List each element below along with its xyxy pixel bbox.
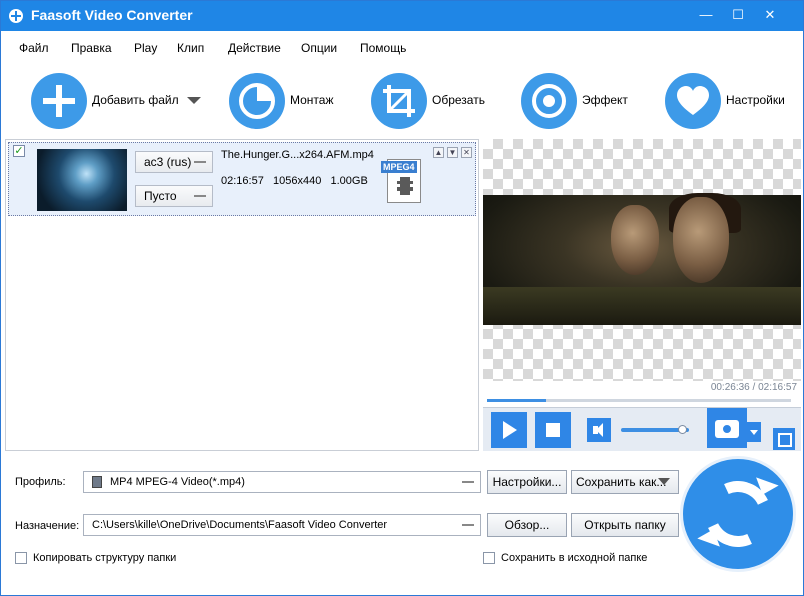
minimize-button[interactable]: — bbox=[691, 5, 721, 25]
stop-button[interactable] bbox=[535, 412, 571, 448]
file-duration: 02:16:57 bbox=[221, 175, 264, 187]
audio-track-value: ac3 (rus) bbox=[144, 155, 192, 169]
format-badge: MPEG4 bbox=[381, 161, 417, 173]
destination-select[interactable]: C:\Users\kille\OneDrive\Documents\Faasof… bbox=[83, 514, 481, 536]
menu-clip[interactable]: Клип bbox=[177, 41, 204, 55]
copy-structure-checkbox[interactable] bbox=[15, 552, 27, 564]
file-name: The.Hunger.G...x264.AFM.mp4 bbox=[221, 149, 374, 161]
menu-edit[interactable]: Правка bbox=[71, 41, 112, 55]
chevron-down-icon bbox=[658, 478, 670, 485]
move-up-icon[interactable]: ▲ bbox=[433, 147, 444, 158]
menu-help[interactable]: Помощь bbox=[360, 41, 406, 55]
video-thumbnail bbox=[37, 149, 127, 211]
subtitle-value: Пусто bbox=[144, 189, 177, 203]
volume-icon[interactable] bbox=[587, 418, 611, 442]
snapshot-button[interactable] bbox=[707, 408, 747, 448]
settings-button[interactable]: Настройки bbox=[665, 73, 791, 129]
file-row[interactable]: ✓ ac3 (rus) Пусто The.Hunger.G...x264.AF… bbox=[8, 142, 476, 216]
profile-label: Профиль: bbox=[15, 476, 66, 488]
play-icon bbox=[503, 421, 517, 439]
chevron-down-icon[interactable] bbox=[187, 97, 201, 104]
fullscreen-icon[interactable] bbox=[773, 428, 795, 450]
file-meta: 02:16:57 1056x440 1.00GB bbox=[221, 175, 368, 187]
file-list: ✓ ac3 (rus) Пусто The.Hunger.G...x264.AF… bbox=[5, 139, 479, 451]
open-folder-button[interactable]: Открыть папку bbox=[571, 513, 679, 537]
save-as-label: Сохранить как... bbox=[576, 475, 667, 489]
menu-file[interactable]: Файл bbox=[19, 41, 49, 55]
heart-icon bbox=[665, 73, 721, 129]
seek-progress bbox=[487, 399, 547, 402]
menu-bar: Файл Правка Play Клип Действие Опции Пом… bbox=[1, 37, 803, 59]
destination-value: C:\Users\kille\OneDrive\Documents\Faasof… bbox=[92, 519, 388, 531]
crop-icon bbox=[371, 73, 427, 129]
move-down-icon[interactable]: ▼ bbox=[447, 147, 458, 158]
volume-knob[interactable] bbox=[678, 425, 688, 434]
camera-lens-icon bbox=[721, 423, 733, 435]
subtitle-select[interactable]: Пусто bbox=[135, 185, 213, 207]
copy-structure-label: Копировать структуру папки bbox=[33, 552, 177, 564]
video-face-left bbox=[611, 205, 659, 275]
file-resolution: 1056x440 bbox=[273, 175, 322, 187]
video-face-right bbox=[673, 197, 729, 283]
crop-button[interactable]: Обрезать bbox=[371, 73, 491, 129]
convert-button[interactable] bbox=[683, 459, 793, 569]
plus-icon bbox=[31, 73, 87, 129]
dropdown-arrow-icon bbox=[194, 195, 206, 197]
effect-label: Эффект bbox=[582, 93, 628, 107]
save-as-button[interactable]: Сохранить как... bbox=[571, 470, 679, 494]
remove-icon[interactable]: ✕ bbox=[461, 147, 472, 158]
playback-controls bbox=[483, 407, 801, 451]
save-in-source-label: Сохранить в исходной папке bbox=[501, 552, 648, 564]
window-title: Faasoft Video Converter bbox=[31, 7, 193, 23]
toolbar: Добавить файл Монтаж Обрезать Эффект Нас… bbox=[1, 63, 803, 139]
destination-label: Назначение: bbox=[15, 520, 80, 532]
save-in-source-checkbox[interactable] bbox=[483, 552, 495, 564]
title-bar[interactable]: Faasoft Video Converter — ☐ ✕ bbox=[1, 1, 803, 31]
mpeg4-format-icon[interactable]: MPEG4 bbox=[381, 155, 423, 203]
dropdown-arrow-icon bbox=[194, 161, 206, 163]
snapshot-dropdown-icon[interactable] bbox=[747, 422, 761, 442]
close-button[interactable]: ✕ bbox=[755, 5, 785, 25]
video-frame bbox=[483, 193, 801, 325]
montage-label: Монтаж bbox=[290, 93, 334, 107]
preview-background bbox=[483, 139, 801, 381]
profile-select[interactable]: MP4 MPEG-4 Video(*.mp4) bbox=[83, 471, 481, 493]
profile-settings-button[interactable]: Настройки... bbox=[487, 470, 567, 494]
add-file-label: Добавить файл bbox=[92, 93, 179, 107]
menu-options[interactable]: Опции bbox=[301, 41, 337, 55]
file-checkbox[interactable]: ✓ bbox=[13, 145, 25, 157]
play-button[interactable] bbox=[491, 412, 527, 448]
maximize-button[interactable]: ☐ bbox=[723, 5, 753, 25]
video-grass bbox=[483, 287, 801, 325]
app-window: Faasoft Video Converter — ☐ ✕ Файл Правк… bbox=[0, 0, 804, 596]
crop-label: Обрезать bbox=[432, 93, 485, 107]
effect-button[interactable]: Эффект bbox=[521, 73, 633, 129]
menu-play[interactable]: Play bbox=[134, 41, 157, 55]
film-icon bbox=[397, 177, 413, 195]
app-logo-icon bbox=[9, 9, 23, 23]
dropdown-arrow-icon bbox=[462, 481, 474, 483]
preview-panel: 00:26:36 / 02:16:57 bbox=[483, 139, 801, 451]
montage-button[interactable]: Монтаж bbox=[229, 73, 339, 129]
seek-bar[interactable] bbox=[487, 399, 791, 402]
profile-value: MP4 MPEG-4 Video(*.mp4) bbox=[110, 476, 245, 488]
file-size: 1.00GB bbox=[330, 175, 368, 187]
video-file-icon bbox=[92, 476, 102, 488]
playback-time: 00:26:36 / 02:16:57 bbox=[710, 382, 797, 393]
stop-icon bbox=[546, 423, 560, 437]
dropdown-arrow-icon bbox=[462, 524, 474, 526]
add-file-button[interactable]: Добавить файл bbox=[31, 73, 203, 129]
audio-track-select[interactable]: ac3 (rus) bbox=[135, 151, 213, 173]
effect-icon bbox=[521, 73, 577, 129]
settings-label: Настройки bbox=[726, 93, 785, 107]
browse-button[interactable]: Обзор... bbox=[487, 513, 567, 537]
pie-chart-icon bbox=[229, 73, 285, 129]
volume-slider[interactable] bbox=[621, 425, 689, 434]
menu-action[interactable]: Действие bbox=[228, 41, 281, 55]
